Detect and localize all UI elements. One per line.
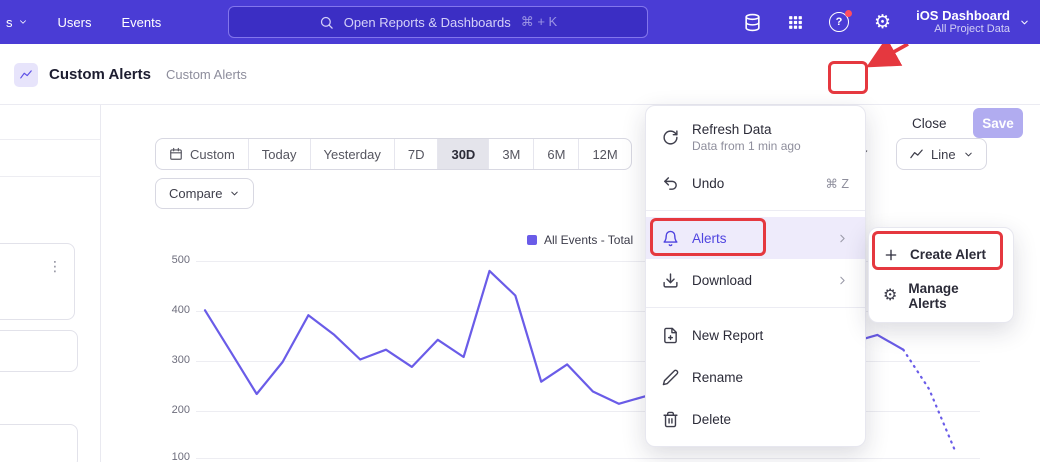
chevron-right-icon: [836, 232, 849, 245]
menu-label: Undo: [692, 176, 724, 191]
legend-swatch: [527, 235, 537, 245]
sidebar-row-divider: [0, 139, 100, 140]
menu-label: New Report: [692, 328, 763, 343]
gear-icon: ⚙: [883, 288, 897, 304]
range-30d[interactable]: 30D: [438, 139, 489, 169]
notification-dot: [845, 10, 852, 17]
kebab-menu-icon[interactable]: ⋮: [48, 258, 62, 275]
pencil-icon: [662, 369, 679, 386]
sidebar-card[interactable]: [0, 424, 78, 462]
menu-divider: [646, 210, 865, 211]
sidebar-row-divider: [0, 176, 100, 177]
undo-icon: [662, 175, 679, 192]
nav-boards-label: s: [6, 15, 13, 30]
save-button[interactable]: Save: [973, 108, 1023, 138]
y-axis-tick: 500: [160, 254, 190, 266]
menu-item-refresh-data[interactable]: Refresh Data Data from 1 min ago: [646, 112, 865, 162]
range-custom[interactable]: Custom: [156, 139, 249, 169]
search-placeholder: Open Reports & Dashboards: [344, 15, 511, 30]
compare-button[interactable]: Compare: [155, 178, 254, 209]
menu-item-new-report[interactable]: New Report: [646, 314, 865, 356]
refresh-icon: [662, 129, 679, 146]
global-search-input[interactable]: Open Reports & Dashboards ⌘ + K: [228, 6, 648, 38]
alerts-submenu: Create Alert ⚙ Manage Alerts: [868, 227, 1014, 323]
download-icon: [662, 272, 679, 289]
chevron-down-icon: [963, 149, 974, 160]
bell-icon: [662, 230, 679, 247]
sidebar-card[interactable]: ⋮: [0, 243, 75, 320]
submenu-label: Create Alert: [910, 247, 986, 262]
menu-sublabel: Data from 1 min ago: [692, 139, 801, 153]
y-axis-tick: 200: [160, 404, 190, 416]
calendar-icon: [169, 147, 183, 161]
y-axis-tick: 400: [160, 304, 190, 316]
topbar: s Users Events Open Reports & Dashboards…: [0, 0, 1040, 44]
chart-type-button[interactable]: Line: [896, 138, 987, 170]
project-switcher[interactable]: iOS Dashboard All Project Data: [916, 8, 1030, 36]
submenu-item-create-alert[interactable]: Create Alert: [869, 234, 1013, 275]
menu-label: Rename: [692, 370, 743, 385]
trash-icon: [662, 411, 679, 428]
chart-legend[interactable]: All Events - Total: [527, 233, 633, 247]
topbar-nav: s Users Events: [6, 0, 161, 44]
menu-item-delete[interactable]: Delete: [646, 398, 865, 440]
line-chart-icon: [909, 147, 924, 162]
settings-gear-icon[interactable]: ⚙: [874, 13, 891, 32]
range-6m[interactable]: 6M: [534, 139, 579, 169]
data-management-icon[interactable]: [743, 13, 762, 32]
search-shortcut-hint: ⌘ + K: [521, 14, 558, 30]
y-axis-tick: 300: [160, 354, 190, 366]
app-root: s Users Events Open Reports & Dashboards…: [0, 0, 1040, 462]
breadcrumb: Custom Alerts: [166, 67, 247, 82]
close-button[interactable]: Close: [912, 116, 947, 131]
sidebar-card[interactable]: [0, 330, 78, 372]
chevron-down-icon: [1019, 17, 1030, 28]
plus-icon: [883, 247, 899, 263]
nav-events[interactable]: Events: [121, 15, 161, 30]
search-icon: [319, 15, 334, 30]
topbar-actions: ? ⚙ iOS Dashboard All Project Data: [743, 0, 1030, 44]
sidebar-divider: [100, 105, 101, 462]
nav-boards-partial[interactable]: s: [6, 15, 28, 30]
menu-label: Alerts: [692, 231, 727, 246]
submenu-item-manage-alerts[interactable]: ⚙ Manage Alerts: [869, 275, 1013, 316]
legend-label: All Events - Total: [544, 233, 633, 247]
y-axis-tick: 100: [160, 451, 190, 462]
chevron-right-icon: [836, 274, 849, 287]
report-header: Custom Alerts Custom Alerts GV Duplicate…: [0, 44, 1040, 105]
report-type-icon: [14, 63, 38, 87]
project-scope: All Project Data: [916, 23, 1010, 36]
keyboard-shortcut: ⌘ Z: [825, 176, 849, 191]
menu-item-alerts[interactable]: Alerts: [646, 217, 865, 259]
range-today[interactable]: Today: [249, 139, 311, 169]
menu-item-undo[interactable]: Undo ⌘ Z: [646, 162, 865, 204]
new-report-icon: [662, 327, 679, 344]
nav-users[interactable]: Users: [58, 15, 92, 30]
range-12m[interactable]: 12M: [579, 139, 630, 169]
chevron-down-icon: [18, 17, 28, 27]
page-title: Custom Alerts: [49, 66, 151, 83]
help-icon[interactable]: ?: [829, 12, 849, 32]
chevron-down-icon: [229, 188, 240, 199]
menu-item-download[interactable]: Download: [646, 259, 865, 301]
range-7d[interactable]: 7D: [395, 139, 439, 169]
menu-label: Download: [692, 273, 752, 288]
apps-grid-icon[interactable]: [787, 14, 804, 31]
menu-item-rename[interactable]: Rename: [646, 356, 865, 398]
menu-divider: [646, 307, 865, 308]
project-name: iOS Dashboard: [916, 8, 1010, 23]
submenu-label: Manage Alerts: [908, 281, 999, 311]
range-yesterday[interactable]: Yesterday: [311, 139, 395, 169]
menu-label: Refresh Data: [692, 122, 801, 137]
menu-label: Delete: [692, 412, 731, 427]
date-range-control: Custom Today Yesterday 7D 30D 3M 6M 12M: [155, 138, 632, 170]
context-menu: Refresh Data Data from 1 min ago Undo ⌘ …: [645, 105, 866, 447]
range-3m[interactable]: 3M: [489, 139, 534, 169]
